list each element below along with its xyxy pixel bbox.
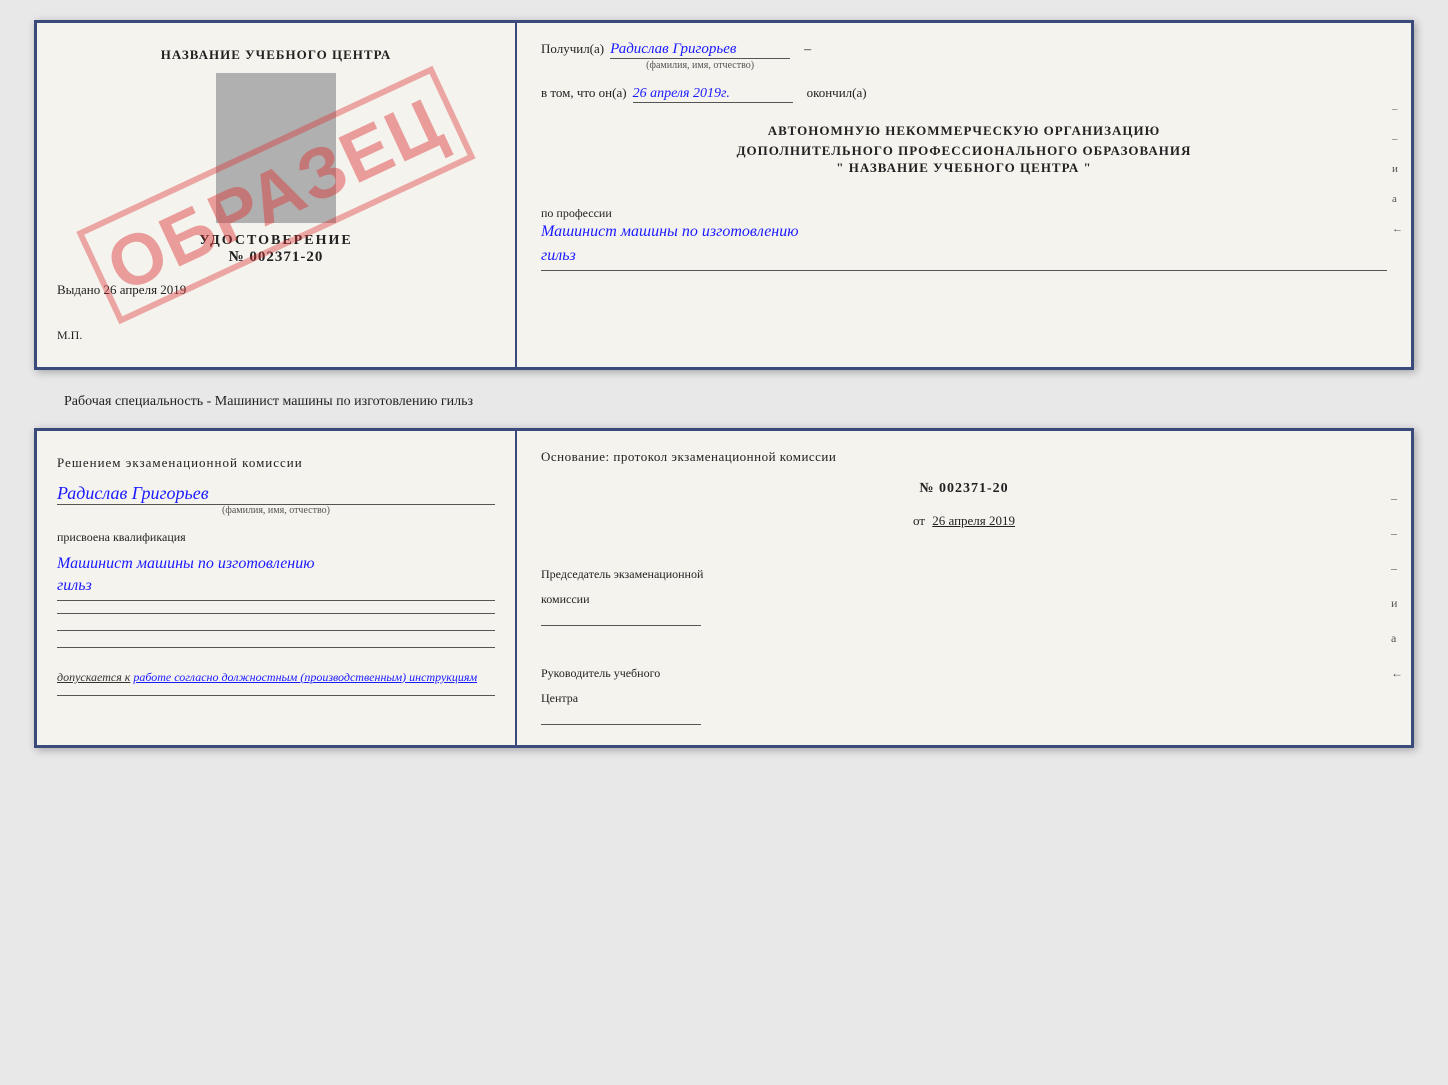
profession-value2: гильз xyxy=(541,245,1387,270)
org-name: " НАЗВАНИЕ УЧЕБНОГО ЦЕНТРА " xyxy=(541,160,1387,176)
issued-label: Выдано xyxy=(57,282,100,297)
inthat-date: 26 апреля 2019г. xyxy=(633,86,793,103)
director-line2: Центра xyxy=(541,691,1387,706)
org-block: АВТОНОМНУЮ НЕКОММЕРЧЕСКУЮ ОРГАНИЗАЦИЮ ДО… xyxy=(541,121,1387,176)
right-side-marks-2: – – – и а ← xyxy=(1391,491,1403,681)
subtitle-label: Рабочая специальность - Машинист машины … xyxy=(34,386,1414,412)
received-sub: (фамилия, имя, отчество) xyxy=(610,60,790,71)
received-value: Радислав Григорьев xyxy=(610,41,790,59)
director-block: Руководитель учебного Центра xyxy=(541,656,1387,727)
finished-label: окончил(а) xyxy=(807,85,867,101)
bl-qualification-block: Машинист машины по изготовлению гильз xyxy=(57,553,495,601)
date-prefix: от xyxy=(913,513,925,528)
dash-2: – xyxy=(1392,133,1403,145)
top-doc-right: Получил(а) Радислав Григорьев (фамилия, … xyxy=(517,23,1411,367)
top-document: НАЗВАНИЕ УЧЕБНОГО ЦЕНТРА УДОСТОВЕРЕНИЕ №… xyxy=(34,20,1414,370)
director-line1: Руководитель учебного xyxy=(541,666,1387,681)
chairman-sig-line xyxy=(541,625,701,626)
number-label: № xyxy=(919,481,934,496)
cert-label: УДОСТОВЕРЕНИЕ xyxy=(57,233,495,249)
profession-label: по профессии xyxy=(541,206,1387,221)
bl-qualification-value2: гильз xyxy=(57,575,495,600)
cert-center: УДОСТОВЕРЕНИЕ № 002371-20 xyxy=(57,233,495,266)
protocol-number: № 002371-20 xyxy=(541,481,1387,497)
dash-r1: – xyxy=(1391,491,1403,506)
top-left-title: НАЗВАНИЕ УЧЕБНОГО ЦЕНТРА xyxy=(57,47,495,63)
bl-line2 xyxy=(57,630,495,631)
top-doc-left: НАЗВАНИЕ УЧЕБНОГО ЦЕНТРА УДОСТОВЕРЕНИЕ №… xyxy=(37,23,517,367)
letter-i-2: и xyxy=(1391,596,1403,611)
bl-line1 xyxy=(57,613,495,614)
bl-admit-value: работе согласно должностным (производств… xyxy=(133,670,477,684)
profession-block: по профессии Машинист машины по изготовл… xyxy=(541,196,1387,271)
bl-assigned-label: присвоена квалификация xyxy=(57,530,495,545)
bl-qualification-value: Машинист машины по изготовлению xyxy=(57,553,495,575)
arrow-left-2: ← xyxy=(1391,666,1403,681)
cert-stamp: М.П. xyxy=(57,328,495,343)
chairman-line1: Председатель экзаменационной xyxy=(541,567,1387,582)
dash-r3: – xyxy=(1391,561,1403,576)
protocol-date: от 26 апреля 2019 xyxy=(541,513,1387,529)
letter-i: и xyxy=(1392,163,1403,175)
cert-number: № 002371-20 xyxy=(57,249,495,266)
cert-issued: Выдано 26 апреля 2019 xyxy=(57,282,495,298)
bottom-document: Решением экзаменационной комиссии Радисл… xyxy=(34,428,1414,748)
bl-line4 xyxy=(57,695,495,696)
number-value: 002371-20 xyxy=(939,481,1009,496)
inthat-row: в том, что он(а) 26 апреля 2019г. окончи… xyxy=(541,85,1387,103)
letter-a-2: а xyxy=(1391,631,1403,646)
dash-r2: – xyxy=(1391,526,1403,541)
letter-a: а xyxy=(1392,193,1403,205)
bl-admit-label: допускается к xyxy=(57,670,130,684)
bl-admit-block: допускается к работе согласно должностны… xyxy=(57,670,495,685)
org-line2: ДОПОЛНИТЕЛЬНОГО ПРОФЕССИОНАЛЬНОГО ОБРАЗО… xyxy=(541,141,1387,161)
received-row: Получил(а) Радислав Григорьев (фамилия, … xyxy=(541,41,1387,71)
bottom-doc-left: Решением экзаменационной комиссии Радисл… xyxy=(37,431,517,745)
bl-name-sub: (фамилия, имя, отчество) xyxy=(57,505,495,516)
bl-name-value: Радислав Григорьев xyxy=(57,483,495,505)
issued-date: 26 апреля 2019 xyxy=(104,282,187,297)
chairman-block: Председатель экзаменационной комиссии xyxy=(541,557,1387,628)
profession-value: Машинист машины по изготовлению xyxy=(541,221,1387,243)
dash-1: – xyxy=(1392,103,1403,115)
chairman-line2: комиссии xyxy=(541,592,1387,607)
bottom-doc-right: Основание: протокол экзаменационной коми… xyxy=(517,431,1411,745)
arrow-left: ← xyxy=(1392,223,1403,235)
director-sig-line xyxy=(541,724,701,725)
basis-label: Основание: протокол экзаменационной коми… xyxy=(541,449,1387,465)
date-value: 26 апреля 2019 xyxy=(932,513,1015,528)
right-side-marks: – – и а ← xyxy=(1392,103,1403,235)
bl-line3 xyxy=(57,647,495,648)
received-label: Получил(а) xyxy=(541,41,604,57)
decision-label: Решением экзаменационной комиссии xyxy=(57,455,495,471)
org-line1: АВТОНОМНУЮ НЕКОММЕРЧЕСКУЮ ОРГАНИЗАЦИЮ xyxy=(541,121,1387,141)
dash-after-name: – xyxy=(804,42,811,58)
bl-name-block: Радислав Григорьев (фамилия, имя, отчест… xyxy=(57,483,495,516)
inthat-label: в том, что он(а) xyxy=(541,85,627,101)
photo-placeholder xyxy=(216,73,336,223)
